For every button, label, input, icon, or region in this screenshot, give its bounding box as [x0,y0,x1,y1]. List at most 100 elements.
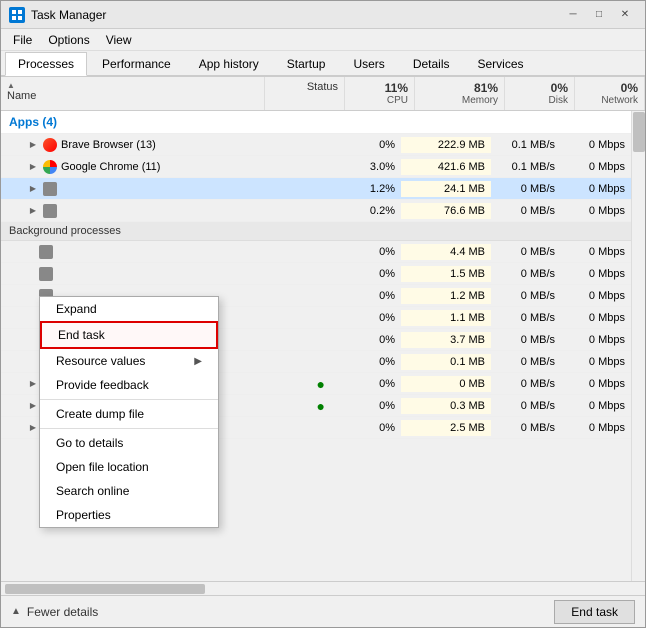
main-content: ▲ Name Status 11% CPU 81% Memory 0% Disk [1,77,645,595]
horizontal-scrollbar[interactable] [1,581,645,595]
expand-icon[interactable]: ▶ [27,400,39,412]
row-status [251,316,331,320]
table-row[interactable]: ▶ Google Chrome (11) 3.0% 421.6 MB 0.1 M… [1,156,631,178]
sort-arrow-icon: ▲ [7,81,15,90]
row-network: 0 Mbps [561,376,631,392]
ctx-search-online-label: Search online [56,484,129,498]
row-name-cell: ▶ Brave Browser (13) [1,136,251,154]
ctx-go-to-details-label: Go to details [56,436,123,450]
row-memory: 222.9 MB [401,137,491,153]
row-status [251,209,331,213]
ctx-end-task[interactable]: End task [40,321,218,349]
tab-performance[interactable]: Performance [89,52,184,76]
ctx-create-dump[interactable]: Create dump file [40,402,218,426]
expand-icon[interactable]: ▶ [27,183,39,195]
ctx-search-online[interactable]: Search online [40,479,218,503]
ctx-separator-2 [40,428,218,429]
ctx-provide-feedback[interactable]: Provide feedback [40,373,218,397]
maximize-button[interactable]: □ [587,6,611,24]
col-network-label: Network [601,95,638,106]
tab-users[interactable]: Users [340,52,397,76]
ctx-open-file-location[interactable]: Open file location [40,455,218,479]
row-memory: 4.4 MB [401,244,491,260]
row-name-cell: ▶ [1,180,251,198]
row-cpu: 0% [331,266,401,282]
row-memory: 0.3 MB [401,398,491,414]
row-disk: 0 MB/s [491,244,561,260]
row-disk: 0 MB/s [491,398,561,414]
tab-services[interactable]: Services [465,52,537,76]
expand-icon[interactable]: ▶ [27,422,39,434]
row-cpu: 0% [331,332,401,348]
scrollbar-thumb[interactable] [633,112,645,152]
end-task-button[interactable]: End task [554,600,635,624]
app-icon-generic [43,182,57,196]
tabs-bar: Processes Performance App history Startu… [1,51,645,77]
table-row[interactable]: ▶ 0.2% 76.6 MB 0 MB/s 0 Mbps [1,200,631,222]
table-row[interactable]: ▶ 1.2% 24.1 MB 0 MB/s 0 Mbps [1,178,631,200]
row-status [251,272,331,276]
menu-view[interactable]: View [98,31,140,49]
menu-options[interactable]: Options [40,31,97,49]
row-network: 0 Mbps [561,310,631,326]
table-row[interactable]: 0% 1.5 MB 0 MB/s 0 Mbps [1,263,631,285]
col-status[interactable]: Status [265,77,345,110]
app-icon-generic [43,204,57,218]
row-network: 0 Mbps [561,203,631,219]
minimize-button[interactable]: ─ [561,6,585,24]
ctx-expand[interactable]: Expand [40,297,218,321]
close-button[interactable]: ✕ [613,6,637,24]
col-network[interactable]: 0% Network [575,77,645,110]
row-network: 0 Mbps [561,159,631,175]
row-network: 0 Mbps [561,398,631,414]
col-memory[interactable]: 81% Memory [415,77,505,110]
h-scroll-thumb[interactable] [5,584,205,594]
row-network: 0 Mbps [561,266,631,282]
chevron-up-icon: ▲ [11,606,21,617]
menu-file[interactable]: File [5,31,40,49]
tab-app-history[interactable]: App history [186,52,272,76]
ctx-resource-values[interactable]: Resource values ▶ [40,349,218,373]
col-name[interactable]: ▲ Name [1,77,265,110]
ctx-go-to-details[interactable]: Go to details [40,431,218,455]
col-memory-pct: 81% [474,81,498,95]
row-cpu: 3.0% [331,159,401,175]
row-memory: 2.5 MB [401,420,491,436]
row-network: 0 Mbps [561,420,631,436]
row-network: 0 Mbps [561,137,631,153]
tab-processes[interactable]: Processes [5,52,87,76]
tab-details[interactable]: Details [400,52,463,76]
row-disk: 0 MB/s [491,354,561,370]
menu-bar: File Options View [1,29,645,51]
fewer-details-button[interactable]: ▲ Fewer details [11,605,98,619]
column-headers: ▲ Name Status 11% CPU 81% Memory 0% Disk [1,77,645,111]
expand-icon[interactable]: ▶ [27,161,39,173]
ctx-provide-feedback-label: Provide feedback [56,378,149,392]
expand-icon[interactable]: ▶ [27,139,39,151]
row-cpu: 0.2% [331,203,401,219]
task-manager-window: Task Manager ─ □ ✕ File Options View Pro… [0,0,646,628]
col-cpu[interactable]: 11% CPU [345,77,415,110]
expand-icon[interactable]: ▶ [27,378,39,390]
row-name-cell [1,265,251,283]
scrollbar-track[interactable] [631,111,645,581]
row-status [251,294,331,298]
expand-icon[interactable]: ▶ [27,205,39,217]
table-row[interactable]: 0% 4.4 MB 0 MB/s 0 Mbps [1,241,631,263]
row-status [251,360,331,364]
ctx-properties[interactable]: Properties [40,503,218,527]
ctx-open-file-location-label: Open file location [56,460,149,474]
row-disk: 0 MB/s [491,376,561,392]
ctx-end-task-label: End task [58,328,105,342]
app-icon [39,245,53,259]
context-menu: Expand End task Resource values ▶ Provid… [39,296,219,528]
col-disk[interactable]: 0% Disk [505,77,575,110]
tab-startup[interactable]: Startup [274,52,339,76]
fewer-details-label: Fewer details [27,605,98,619]
brave-icon [43,138,57,152]
table-row[interactable]: ▶ Brave Browser (13) 0% 222.9 MB 0.1 MB/… [1,134,631,156]
ctx-separator [40,399,218,400]
row-status: ● [251,396,331,416]
row-disk: 0.1 MB/s [491,137,561,153]
window-title: Task Manager [31,8,561,22]
